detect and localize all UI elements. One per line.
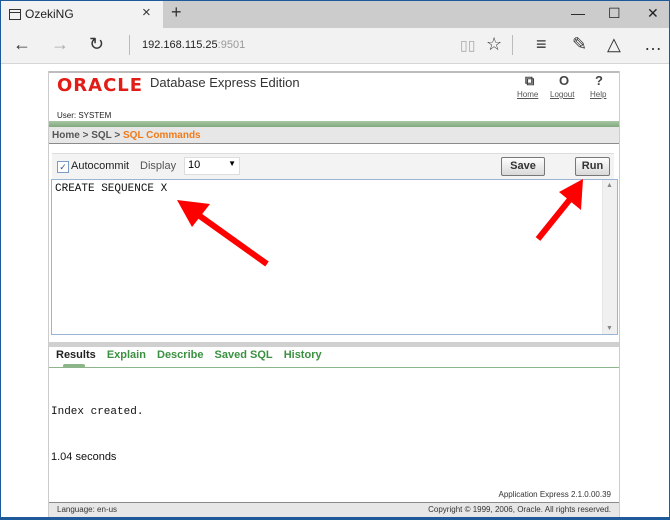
splitter-bar[interactable] [49,342,619,347]
tab-results[interactable]: Results [56,349,96,361]
footer: Language: en-us Copyright © 1999, 2006, … [49,502,619,517]
oracle-page: ORACLE Database Express Edition User: SY… [48,71,620,517]
web-note-icon[interactable]: ✎ [572,34,587,55]
user-label: User: SYSTEM [57,111,112,120]
browser-tab[interactable]: OzekiNG × [1,1,163,28]
scroll-down-icon[interactable]: ▼ [606,325,613,332]
breadcrumb-home[interactable]: Home [52,130,80,141]
result-tabs: Results Explain Describe Saved SQL Histo… [56,349,330,361]
forward-icon[interactable]: → [51,34,69,55]
result-message: Index created. [51,406,144,418]
editor-scrollbar[interactable]: ▲ ▼ [602,180,617,334]
tab-describe[interactable]: Describe [157,349,203,361]
product-name: Database Express Edition [150,75,300,90]
help-icon[interactable]: ? [595,73,603,88]
help-link[interactable]: Help [590,90,606,99]
maximize-icon[interactable]: ☐ [608,5,621,22]
tab-history[interactable]: History [284,349,322,361]
language-label: Language: en-us [57,505,118,514]
breadcrumb-current: SQL Commands [123,130,201,141]
title-bar: OzekiNG × + — ☐ ✕ [1,1,669,28]
tab-title: OzekiNG [25,7,74,21]
url-port: :9501 [217,39,246,51]
oracle-logo: ORACLE [57,75,144,96]
display-label: Display [140,160,177,172]
separator [512,35,513,55]
home-link[interactable]: Home [517,90,538,99]
browser-window: OzekiNG × + — ☐ ✕ ← → ↻ 192.168.115.25:9… [1,1,669,517]
tab-divider [49,367,619,368]
copyright-label: Copyright © 1999, 2006, Oracle. All righ… [428,505,611,514]
scroll-up-icon[interactable]: ▲ [606,182,613,189]
minimize-icon[interactable]: — [571,5,585,21]
navigation-bar: ← → ↻ 192.168.115.25:9501 ▯▯ ☆ ≡ ✎ △ … [1,28,669,64]
save-button[interactable]: Save [501,157,545,176]
address-bar[interactable]: 192.168.115.25:9501 [142,39,245,51]
sql-editor[interactable]: CREATE SEQUENCE X ▲ ▼ [51,179,618,335]
autocommit-label[interactable]: Autocommit [71,160,129,172]
hub-icon[interactable]: ≡ [536,34,547,55]
separator [129,35,130,55]
tab-close-icon[interactable]: × [142,4,151,21]
breadcrumb: Home > SQL > SQL Commands [49,127,619,144]
window-close-icon[interactable]: ✕ [647,5,659,22]
url-host: 192.168.115.25 [142,39,218,51]
autocommit-checkbox[interactable]: ✓ [57,161,69,173]
new-tab-icon[interactable]: + [171,2,182,23]
favorite-icon[interactable]: ☆ [486,34,502,55]
chevron-down-icon: ▼ [228,159,236,168]
sql-toolbar: ✓ Autocommit Display 10 ▼ Save Run [52,153,614,180]
back-icon[interactable]: ← [13,34,31,55]
breadcrumb-sql[interactable]: SQL [91,130,111,141]
logout-icon[interactable]: O [559,73,569,88]
version-label: Application Express 2.1.0.00.39 [498,490,611,499]
result-timing: 1.04 seconds [51,451,117,463]
display-value: 10 [188,159,201,171]
refresh-icon[interactable]: ↻ [89,34,104,55]
sql-text[interactable]: CREATE SEQUENCE X [55,183,167,195]
more-icon[interactable]: … [644,34,662,55]
tab-explain[interactable]: Explain [107,349,146,361]
tab-saved-sql[interactable]: Saved SQL [215,349,273,361]
home-icon[interactable]: ⧉ [525,73,534,89]
share-icon[interactable]: △ [607,34,621,55]
logout-link[interactable]: Logout [550,90,574,99]
reading-view-icon[interactable]: ▯▯ [460,37,475,54]
page-icon [9,9,21,20]
display-select[interactable]: 10 ▼ [184,157,240,175]
run-button[interactable]: Run [575,157,610,176]
